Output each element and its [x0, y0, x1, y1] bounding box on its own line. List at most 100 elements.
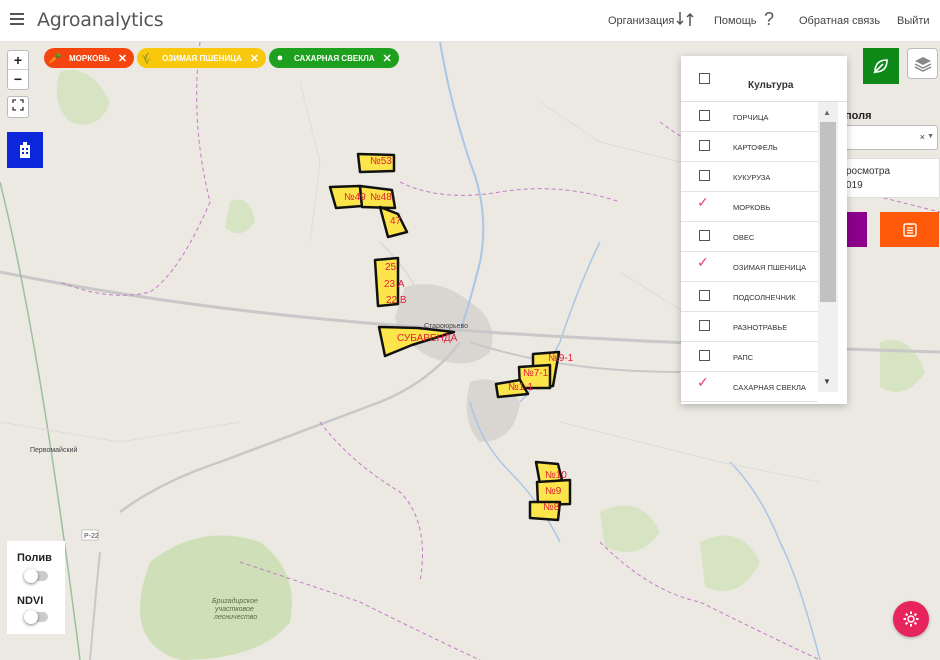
- fullscreen-button[interactable]: [7, 96, 29, 118]
- select-all-checkbox[interactable]: [699, 73, 710, 84]
- checkmark-icon[interactable]: ✓: [697, 194, 709, 211]
- feedback-link[interactable]: Обратная связь: [799, 15, 880, 27]
- ndvi-label: NDVI: [17, 595, 44, 607]
- checkmark-icon[interactable]: ✓: [697, 374, 709, 391]
- field-select[interactable]: × ▼: [840, 125, 938, 150]
- zoom-out-button[interactable]: −: [8, 70, 28, 89]
- layers-button[interactable]: [907, 48, 938, 79]
- checkbox[interactable]: [699, 110, 710, 121]
- culture-option[interactable]: РАПС: [681, 342, 818, 372]
- layers-icon: [914, 56, 931, 72]
- gear-icon: [903, 611, 919, 627]
- field-label: №10: [545, 470, 567, 481]
- help-link[interactable]: Помощь: [714, 15, 757, 27]
- swap-icon[interactable]: [676, 10, 694, 33]
- chip-winter-wheat[interactable]: 🌾 ОЗИМАЯ ПШЕНИЦА ✕: [137, 48, 266, 68]
- building-icon: [20, 142, 30, 158]
- settings-button[interactable]: [893, 601, 929, 637]
- chip-label: ОЗИМАЯ ПШЕНИЦА: [162, 53, 242, 63]
- ndvi-toggle[interactable]: [24, 610, 48, 624]
- zoom-in-button[interactable]: +: [8, 51, 28, 70]
- leaf-button[interactable]: [863, 48, 899, 84]
- culture-option[interactable]: ✓ ОЗИМАЯ ПШЕНИЦА: [681, 252, 818, 282]
- checkbox[interactable]: [699, 230, 710, 241]
- dropdown-header: Культура: [681, 56, 847, 102]
- remove-chip-icon[interactable]: ✕: [250, 52, 259, 65]
- clear-icon[interactable]: ×: [920, 132, 925, 142]
- chip-sugar-beet[interactable]: ● САХАРНАЯ СВЕКЛА ✕: [268, 48, 399, 68]
- town-label: Староюрьево: [424, 323, 468, 330]
- field-label: №53: [370, 156, 392, 167]
- culture-option-label: РАЗНОТРАВЬЕ: [733, 323, 788, 332]
- culture-option-label: ПОДСОЛНЕЧНИК: [733, 293, 796, 302]
- report-button[interactable]: [880, 212, 939, 247]
- remove-chip-icon[interactable]: ✕: [118, 52, 127, 65]
- scroll-thumb[interactable]: [820, 122, 836, 302]
- fullscreen-icon: [12, 99, 24, 111]
- culture-option[interactable]: ОВЕС: [681, 222, 818, 252]
- checkbox[interactable]: [699, 320, 710, 331]
- chip-label: МОРКОВЬ: [69, 53, 110, 63]
- culture-option[interactable]: ✓ МОРКОВЬ: [681, 192, 818, 222]
- culture-option[interactable]: КУКУРУЗА: [681, 162, 818, 192]
- checkbox[interactable]: [699, 290, 710, 301]
- beet-icon: ●: [276, 52, 284, 64]
- field-label: СУБАРЕНДА: [397, 333, 458, 344]
- forest-label: участковое: [214, 606, 254, 613]
- culture-option[interactable]: ✓ САХАРНАЯ СВЕКЛА: [681, 372, 818, 402]
- chip-carrot[interactable]: 🥕 МОРКОВЬ ✕: [44, 48, 135, 68]
- checkmark-icon[interactable]: ✓: [697, 254, 709, 271]
- field-label: №48: [370, 192, 392, 203]
- culture-list: ГОРЧИЦА КАРТОФЕЛЬ КУКУРУЗА ✓ МОРКОВЬ ОВЕС ✓ ОЗИ…: [681, 102, 818, 402]
- carrot-icon: 🥕: [48, 52, 62, 65]
- view-date: 019: [846, 180, 863, 191]
- village-label: Первомайский: [30, 446, 77, 454]
- culture-option-label: МОРКОВЬ: [733, 203, 771, 212]
- culture-dropdown: Культура ГОРЧИЦА КАРТОФЕЛЬ КУКУРУЗА ✓ МОРКОВ…: [681, 56, 847, 404]
- app-title: Agroanalytics: [37, 9, 164, 31]
- top-bar: Agroanalytics Организация Помощь ? Обрат…: [0, 0, 940, 42]
- view-date-box[interactable]: росмотра 019: [840, 158, 940, 198]
- menu-icon[interactable]: [10, 13, 24, 27]
- culture-option-label: КАРТОФЕЛЬ: [733, 143, 778, 152]
- field-label: 47: [390, 216, 402, 227]
- scroll-up-icon[interactable]: ▲: [823, 108, 831, 117]
- field-label: №9: [545, 486, 562, 497]
- culture-option-label: САХАРНАЯ СВЕКЛА: [733, 383, 806, 392]
- checkbox[interactable]: [699, 170, 710, 181]
- zoom-control: + −: [7, 50, 29, 90]
- logout-link[interactable]: Выйти: [897, 15, 930, 27]
- field-label: №9-1: [548, 353, 574, 364]
- dropdown-scrollbar[interactable]: ▲ ▼: [818, 102, 838, 392]
- scroll-down-icon[interactable]: ▼: [823, 377, 831, 386]
- field-label: 25: [385, 262, 397, 273]
- app-window: Agroanalytics Организация Помощь ? Обрат…: [0, 0, 940, 660]
- leaf-icon: [873, 59, 888, 74]
- chevron-down-icon[interactable]: ▼: [927, 133, 934, 140]
- culture-option-label: ОВЕС: [733, 233, 755, 242]
- dropdown-title: Культура: [748, 80, 794, 91]
- culture-option[interactable]: КАРТОФЕЛЬ: [681, 132, 818, 162]
- culture-option[interactable]: РАЗНОТРАВЬЕ: [681, 312, 818, 342]
- chip-label: САХАРНАЯ СВЕКЛА: [293, 53, 375, 63]
- field-label: №7-1: [523, 368, 549, 379]
- culture-option[interactable]: ПОДСОЛНЕЧНИК: [681, 282, 818, 312]
- field-label: 22 В: [386, 295, 407, 306]
- culture-filter-chips: 🥕 МОРКОВЬ ✕ 🌾 ОЗИМАЯ ПШЕНИЦА ✕ ● САХАРНА…: [44, 48, 399, 68]
- building-button[interactable]: [7, 132, 43, 168]
- checkbox[interactable]: [699, 350, 710, 361]
- forest-label: лесничество: [213, 614, 257, 621]
- wheat-icon: 🌾: [141, 52, 155, 65]
- field-label: №1-1: [508, 382, 534, 393]
- irrigation-label: Полив: [17, 552, 52, 564]
- question-icon[interactable]: ?: [764, 9, 774, 30]
- organization-link[interactable]: Организация: [608, 15, 674, 27]
- culture-option-label: ОЗИМАЯ ПШЕНИЦА: [733, 263, 807, 272]
- field-label: №8: [543, 502, 560, 513]
- culture-option[interactable]: ГОРЧИЦА: [681, 102, 818, 132]
- checkbox[interactable]: [699, 140, 710, 151]
- culture-option-label: ГОРЧИЦА: [733, 113, 769, 122]
- view-label: росмотра: [846, 166, 891, 177]
- irrigation-toggle[interactable]: [24, 569, 48, 583]
- remove-chip-icon[interactable]: ✕: [382, 52, 391, 65]
